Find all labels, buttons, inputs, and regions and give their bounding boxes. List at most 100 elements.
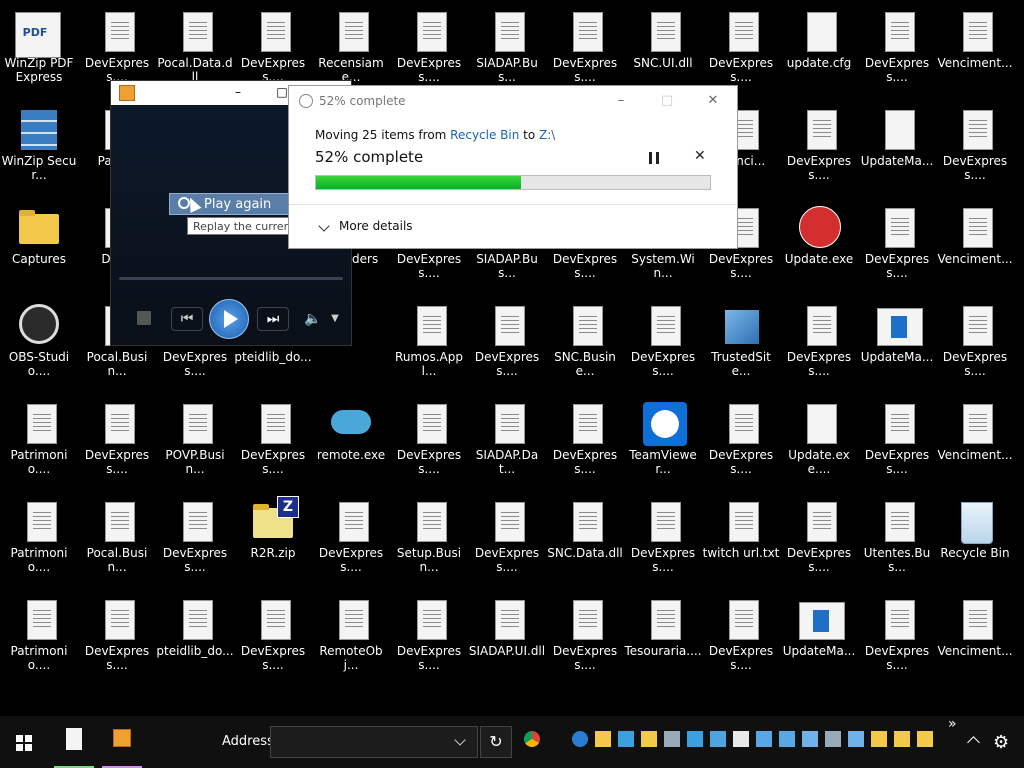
folder-icon[interactable]	[871, 731, 887, 747]
desktop-icon[interactable]: DevExpress....	[546, 394, 624, 486]
desktop-icon[interactable]: UpdateMa...	[858, 100, 936, 192]
desktop-icon[interactable]: DevExpress....	[702, 590, 780, 682]
minimize-button[interactable]: –	[611, 92, 631, 110]
cancel-button[interactable]: ✕	[694, 148, 706, 164]
minimize-button[interactable]: –	[227, 83, 249, 101]
chrome-icon[interactable]	[524, 731, 540, 747]
desktop-icon[interactable]: Rumos.Appl...	[390, 296, 468, 388]
close-button[interactable]: ✕	[703, 92, 723, 110]
desktop-icon[interactable]: DevExpress....	[936, 296, 1014, 388]
desktop-icon[interactable]: DevExpress....	[468, 492, 546, 584]
desktop-icon[interactable]: DevExpress....	[234, 394, 312, 486]
desktop-icon[interactable]: UpdateMa...	[780, 590, 858, 682]
desktop-icon[interactable]: DevExpress....	[312, 492, 390, 584]
desktop-icon[interactable]: Venciment...	[936, 2, 1014, 94]
previous-icon[interactable]: ⏮	[171, 307, 203, 331]
desktop-icon[interactable]: DevExpress....	[858, 2, 936, 94]
desktop-icon[interactable]: pteidlib_do...	[156, 590, 234, 682]
desktop-icon[interactable]: Tesouraria....	[624, 590, 702, 682]
desktop-icon[interactable]: DevExpress....	[780, 100, 858, 192]
desktop-icon[interactable]: Captures	[0, 198, 78, 290]
desktop-icon[interactable]: DevExpress....	[702, 2, 780, 94]
app-icon[interactable]	[825, 731, 841, 747]
start-button[interactable]	[0, 716, 48, 768]
desktop-icon[interactable]: PDF WinZip PDF Express	[0, 2, 78, 94]
desktop-icon[interactable]: Setup.Busin...	[390, 492, 468, 584]
more-details-button[interactable]: More details	[339, 219, 413, 233]
chevron-up-icon[interactable]	[967, 736, 980, 749]
desktop-icon[interactable]: DevExpress....	[78, 394, 156, 486]
gear-icon[interactable]: ⚙	[993, 732, 1009, 753]
desktop-icon[interactable]: Venciment...	[936, 394, 1014, 486]
chevron-down-icon[interactable]: ▼	[329, 309, 341, 329]
desktop-icon[interactable]: SNC.UI.dll	[624, 2, 702, 94]
desktop-icon[interactable]: update.cfg	[780, 2, 858, 94]
app-icon[interactable]	[802, 731, 818, 747]
volume-icon[interactable]: 🔈	[303, 309, 323, 329]
desktop-icon[interactable]: DevExpress....	[780, 296, 858, 388]
desktop-icon[interactable]: DevExpress....	[390, 394, 468, 486]
taskbar-file-app[interactable]	[54, 716, 94, 768]
desktop-icon[interactable]: DevExpress....	[234, 590, 312, 682]
desktop-icon[interactable]: DevExpress....	[390, 2, 468, 94]
dialog-titlebar[interactable]: 52% complete – □ ✕	[289, 86, 737, 116]
desktop-icon[interactable]: DevExpress....	[546, 2, 624, 94]
desktop-icon[interactable]: TeamViewer...	[624, 394, 702, 486]
desktop-icon[interactable]: SIADAP.Bus...	[468, 2, 546, 94]
app-icon[interactable]	[779, 731, 795, 747]
app-icon[interactable]	[687, 731, 703, 747]
folder-icon[interactable]	[894, 731, 910, 747]
desktop-icon[interactable]: DevExpress....	[390, 590, 468, 682]
address-input[interactable]	[270, 726, 478, 758]
onedrive-icon[interactable]	[572, 731, 588, 747]
app-icon[interactable]	[710, 731, 726, 747]
desktop-icon[interactable]: twitch url.txt	[702, 492, 780, 584]
desktop-icon[interactable]: POVP.Busin...	[156, 394, 234, 486]
monitor-icon[interactable]	[618, 731, 634, 747]
desktop-icon[interactable]: WinZip Secur...	[0, 100, 78, 192]
desktop-icon[interactable]: DevExpress....	[78, 590, 156, 682]
desktop-icon[interactable]: Patrimonio....	[0, 590, 78, 682]
taskbar-media-player[interactable]	[102, 716, 142, 768]
desktop-icon[interactable]: SNC.Data.dll	[546, 492, 624, 584]
next-icon[interactable]: ⏭	[257, 307, 289, 331]
seek-bar[interactable]	[119, 277, 343, 280]
desktop-icon[interactable]: DevExpress....	[624, 492, 702, 584]
desktop-icon[interactable]: DevExpress....	[546, 590, 624, 682]
network-icon[interactable]	[664, 731, 680, 747]
desktop-icon[interactable]: Recycle Bin	[936, 492, 1014, 584]
desktop-icon[interactable]: DevExpress....	[702, 394, 780, 486]
desktop-icon[interactable]: Utentes.Bus...	[858, 492, 936, 584]
desktop-icon[interactable]: UpdateMa...	[858, 296, 936, 388]
folder-icon[interactable]	[917, 731, 933, 747]
desktop-icon[interactable]: SIADAP.UI.dll	[468, 590, 546, 682]
desktop-icon[interactable]: Venciment...	[936, 590, 1014, 682]
desktop-icon[interactable]: Pocal.Busin...	[78, 492, 156, 584]
toolbar-overflow[interactable]: »	[948, 716, 957, 732]
play-icon[interactable]	[209, 299, 249, 339]
desktop-icon[interactable]: remote.exe	[312, 394, 390, 486]
file-operation-dialog[interactable]: 52% complete – □ ✕ Moving 25 items from …	[288, 85, 738, 249]
desktop-icon[interactable]: Update.exe....	[780, 394, 858, 486]
source-link[interactable]: Recycle Bin	[450, 128, 519, 142]
desktop-icon[interactable]: SIADAP.Dat...	[468, 394, 546, 486]
desktop-icon[interactable]: TrustedSite...	[702, 296, 780, 388]
desktop-icon[interactable]: Update.exe	[780, 198, 858, 290]
desktop-icon[interactable]: Z R2R.zip	[234, 492, 312, 584]
desktop-icon[interactable]: DevExpress....	[780, 492, 858, 584]
desktop-icon[interactable]: DevExpress....	[858, 198, 936, 290]
refresh-button[interactable]: ↻	[480, 726, 512, 758]
desktop-icon[interactable]: Venciment...	[936, 198, 1014, 290]
desktop-icon[interactable]: DevExpress....	[858, 590, 936, 682]
desktop-icon[interactable]: DevExpress....	[624, 296, 702, 388]
pause-button[interactable]	[649, 152, 659, 164]
desktop-icon[interactable]: DevExpress....	[858, 394, 936, 486]
desktop-icon[interactable]: Patrimonio....	[0, 492, 78, 584]
desktop-icon[interactable]: OBS-Studio....	[0, 296, 78, 388]
folder-icon[interactable]	[641, 731, 657, 747]
app-icon[interactable]	[756, 731, 772, 747]
desktop-icon[interactable]: SNC.Busine...	[546, 296, 624, 388]
desktop-icon[interactable]: Patrimonio....	[0, 394, 78, 486]
desktop-icon[interactable]: RemoteObj...	[312, 590, 390, 682]
stop-icon[interactable]	[137, 311, 151, 325]
